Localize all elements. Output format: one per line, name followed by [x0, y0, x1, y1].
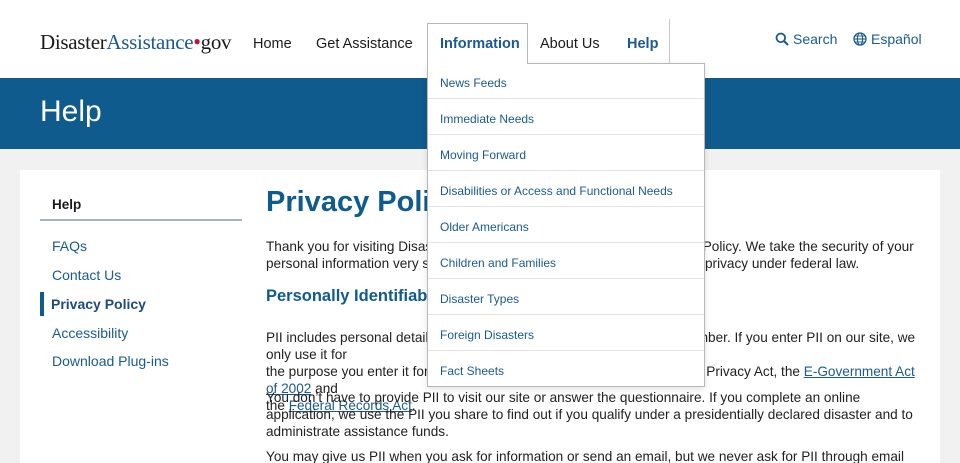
sidebar-active-indicator	[40, 292, 44, 316]
nav-help[interactable]: Help	[627, 36, 658, 52]
banner-title: Help	[40, 95, 102, 128]
menu-item-immediate-needs[interactable]: Immediate Needs	[440, 112, 534, 126]
menu-item-children-families[interactable]: Children and Families	[440, 256, 556, 270]
globe-icon	[853, 32, 867, 46]
nav-about-us[interactable]: About Us	[540, 36, 600, 52]
menu-separator	[428, 98, 704, 99]
language-label: Español	[871, 31, 922, 47]
menu-separator	[428, 242, 704, 243]
menu-separator	[428, 278, 704, 279]
collection-paragraph: You don’t have to provide PII to visit o…	[266, 389, 921, 440]
sidebar-item-privacy-policy[interactable]: Privacy Policy	[51, 296, 146, 312]
sidebar-title: Help	[52, 197, 82, 212]
menu-separator	[428, 206, 704, 207]
menu-separator	[428, 134, 704, 135]
search-label: Search	[793, 31, 838, 47]
nav-information[interactable]: Information	[440, 36, 520, 52]
sidebar-divider	[40, 219, 242, 221]
menu-separator	[428, 314, 704, 315]
menu-item-foreign-disasters[interactable]: Foreign Disasters	[440, 328, 534, 342]
sidebar-item-faqs[interactable]: FAQs	[52, 238, 87, 254]
nav-get-assistance[interactable]: Get Assistance	[316, 36, 413, 52]
menu-item-news-feeds[interactable]: News Feeds	[440, 76, 507, 90]
nav-divider	[669, 19, 670, 63]
collection-line-1: You don’t have to provide PII to visit o…	[266, 390, 861, 405]
logo-part-assistance: Assistance	[106, 30, 194, 54]
email-paragraph: You may give us PII when you ask for inf…	[266, 448, 921, 463]
logo-part-disaster: Disaster	[40, 30, 107, 54]
nav-home[interactable]: Home	[253, 36, 292, 52]
menu-item-disaster-types[interactable]: Disaster Types	[440, 292, 519, 306]
logo-part-gov: gov	[200, 30, 232, 54]
logo-dot: •	[193, 29, 201, 54]
language-link[interactable]: Español	[853, 31, 922, 47]
menu-item-moving-forward[interactable]: Moving Forward	[440, 148, 526, 162]
menu-item-older-americans[interactable]: Older Americans	[440, 220, 529, 234]
sidebar-item-contact-us[interactable]: Contact Us	[52, 267, 121, 283]
collection-line-2: application, we use the PII you share to…	[266, 407, 913, 422]
sidebar-item-download-plugins[interactable]: Download Plug-ins	[52, 353, 169, 369]
information-dropdown-menu: News Feeds Immediate Needs Moving Forwar…	[427, 63, 705, 387]
menu-item-fact-sheets[interactable]: Fact Sheets	[440, 364, 504, 378]
menu-item-disabilities[interactable]: Disabilities or Access and Functional Ne…	[440, 184, 673, 198]
search-icon	[775, 32, 789, 46]
search-link[interactable]: Search	[775, 31, 837, 47]
sidebar-item-accessibility[interactable]: Accessibility	[52, 325, 128, 341]
site-logo[interactable]: DisasterAssistance•gov	[40, 29, 232, 55]
email-line-1: You may give us PII when you ask for inf…	[266, 449, 904, 463]
menu-separator	[428, 170, 704, 171]
menu-separator	[428, 350, 704, 351]
collection-line-3: administrate assistance funds.	[266, 424, 449, 439]
